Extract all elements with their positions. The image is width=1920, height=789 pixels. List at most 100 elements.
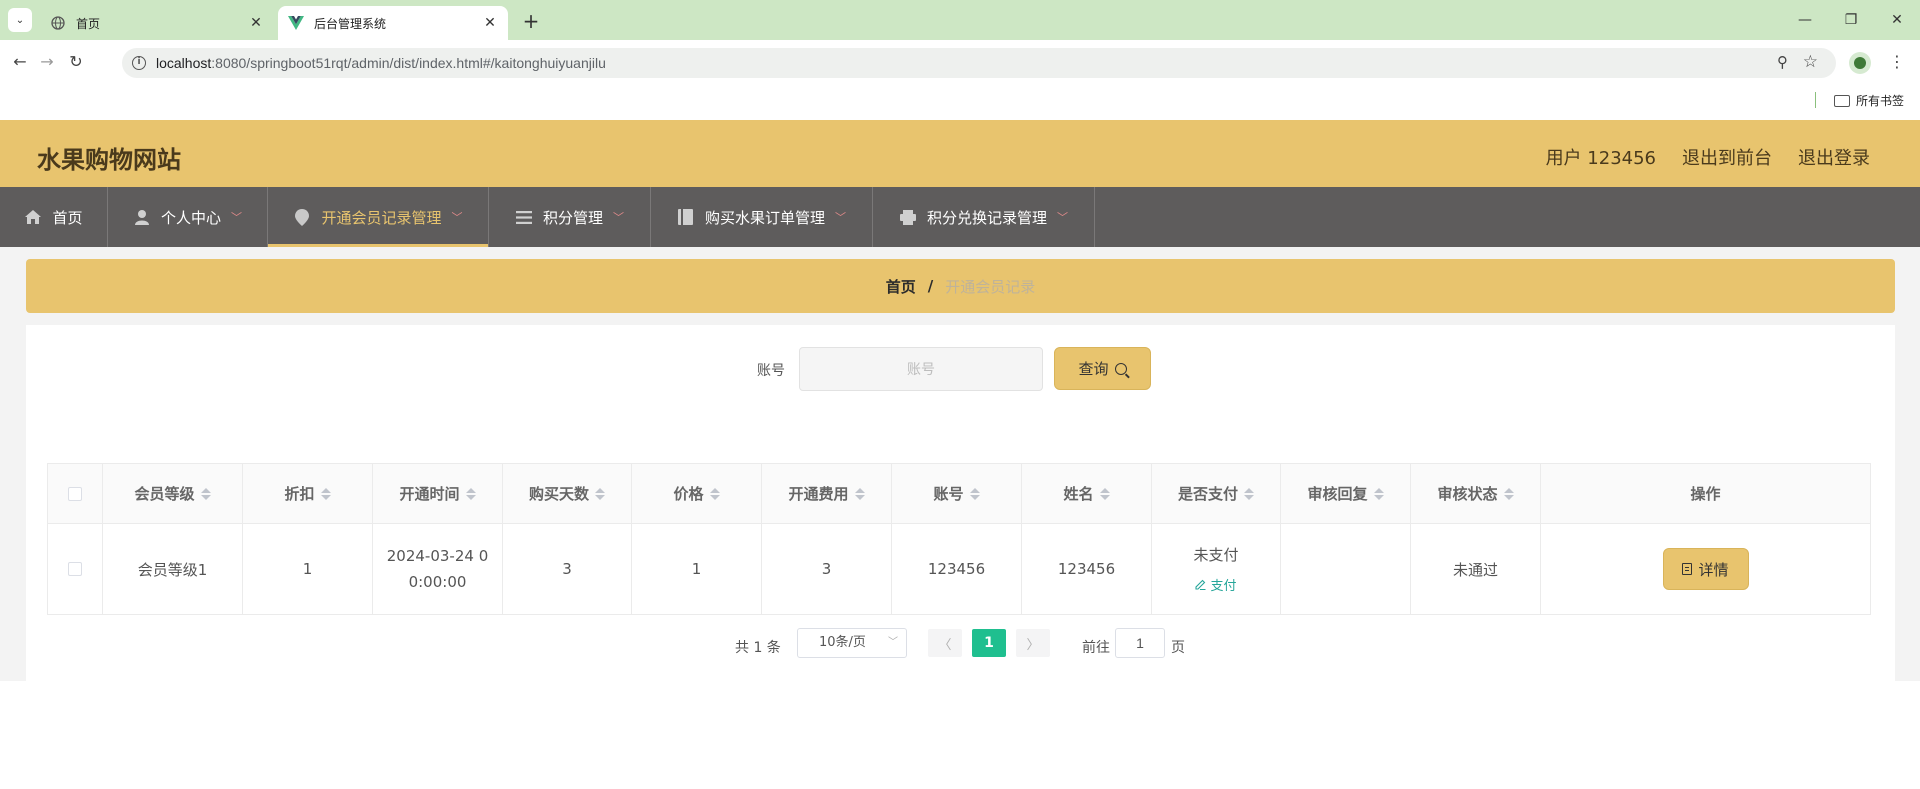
profile-avatar-icon[interactable] [1849,52,1871,74]
all-bookmarks-folder[interactable]: 所有书签 [1834,92,1904,109]
back-to-front-link[interactable]: 退出到前台 [1682,144,1772,170]
site-info-icon[interactable]: i [132,56,146,70]
url-host: localhost [156,55,212,71]
pay-link-label: 支付 [1210,579,1237,594]
browser-tab-admin[interactable]: 后台管理系统 ✕ [278,6,508,40]
sort-icon[interactable] [465,487,476,500]
browser-menu-icon[interactable]: ⋮ [1889,52,1905,71]
page-footer-space [0,681,1920,789]
home-icon [24,210,42,224]
list-icon [515,210,533,224]
page-size-select[interactable]: 10条/页 ﹀ [797,628,907,658]
browser-tab-bar: ⌄ 首页 ✕ 后台管理系统 ✕ + — ❐ ✕ [0,0,1920,40]
column-header[interactable]: 开通费用 [762,464,892,523]
column-header: 操作 [1541,464,1870,523]
column-header[interactable]: 价格 [632,464,762,523]
cell-price: 1 [632,524,762,614]
column-header[interactable]: 购买天数 [503,464,632,523]
zoom-icon[interactable]: ⚲ [1777,53,1788,71]
open-time-line: 0:00:00 [408,573,467,591]
cell-actions: 详情 [1541,524,1870,614]
back-icon[interactable]: ← [10,52,30,72]
row-checkbox[interactable] [68,562,82,576]
account-search-input[interactable] [799,347,1043,391]
globe-icon [50,15,66,31]
browser-tab-home[interactable]: 首页 ✕ [40,6,274,40]
main-menu: 首页 个人中心 ﹀ 开通会员记录管理 ﹀ 积分管理 ﹀ 购买水果订单管理 ﹀ 积… [0,187,1920,247]
bookmark-star-icon[interactable]: ☆ [1803,52,1818,72]
detail-button[interactable]: 详情 [1662,548,1749,590]
window-close-icon[interactable]: ✕ [1874,0,1920,40]
logout-link[interactable]: 退出登录 [1798,144,1870,170]
column-header[interactable]: 折扣 [243,464,373,523]
column-header[interactable]: 审核状态 [1411,464,1541,523]
bookmark-separator [1815,92,1816,108]
sort-icon[interactable] [969,487,980,500]
menu-item-points-exchange[interactable]: 积分兑换记录管理 ﹀ [873,187,1095,247]
select-all-cell [48,464,103,523]
menu-item-member-records[interactable]: 开通会员记录管理 ﹀ [268,187,489,247]
cell-fee: 3 [762,524,892,614]
menu-item-fruit-orders[interactable]: 购买水果订单管理 ﹀ [651,187,873,247]
close-tab-icon[interactable]: ✕ [480,15,500,31]
pay-link[interactable]: 支付 [1195,575,1237,594]
sort-icon[interactable] [709,487,720,500]
sort-icon[interactable] [1373,487,1384,500]
select-all-checkbox[interactable] [68,486,82,501]
column-header-label: 购买天数 [528,485,589,503]
breadcrumb-home[interactable]: 首页 [886,276,916,297]
prev-page-button[interactable]: 〈 [928,629,962,657]
column-header[interactable]: 账号 [892,464,1022,523]
cell-level: 会员等级1 [103,524,243,614]
sort-icon[interactable] [854,487,865,500]
menu-item-points[interactable]: 积分管理 ﹀ [489,187,651,247]
sort-icon[interactable] [1503,487,1514,500]
column-header-label: 开通费用 [788,485,849,503]
cell-review-reply [1281,524,1411,614]
url-path: :8080/springboot51rqt/admin/dist/index.h… [211,55,606,71]
forward-icon[interactable]: → [37,52,57,72]
chevron-down-icon: ﹀ [888,637,898,648]
address-bar[interactable]: i localhost:8080/springboot51rqt/admin/d… [122,48,1836,78]
user-icon [133,209,151,225]
user-label: 用户 123456 [1545,148,1656,169]
menu-item-home[interactable]: 首页 [0,187,108,247]
close-tab-icon[interactable]: ✕ [246,15,266,31]
browser-tab-title: 后台管理系统 [314,16,387,31]
page-number-button[interactable]: 1 [972,629,1006,657]
page: 水果购物网站 用户 123456 退出到前台 退出登录 首页 个人中心 ﹀ 开通… [0,120,1920,789]
new-tab-icon[interactable]: + [520,9,542,33]
sort-icon[interactable] [320,487,331,500]
sort-icon[interactable] [1099,487,1110,500]
search-button[interactable]: 查询 [1054,347,1151,390]
restore-icon[interactable]: ❐ [1828,0,1874,40]
column-header[interactable]: 开通时间 [373,464,503,523]
records-table: 会员等级 折扣 开通时间 购买天数 价格 开通费用 账号 姓名 是否支付 审核回… [47,463,1871,615]
site-header: 水果购物网站 用户 123456 退出到前台 退出登录 [0,120,1920,187]
chevron-down-icon: ﹀ [613,211,624,224]
minimize-icon[interactable]: — [1782,0,1828,40]
column-header[interactable]: 会员等级 [103,464,243,523]
open-time-line: 2024-03-24 0 [386,547,489,565]
search-button-label: 查询 [1078,360,1109,378]
breadcrumb-current: 开通会员记录 [945,277,1036,296]
menu-item-label: 首页 [52,208,83,227]
cell-name: 123456 [1022,524,1152,614]
goto-label: 前往 [1082,640,1110,656]
column-header[interactable]: 审核回复 [1281,464,1411,523]
tab-search-dropdown-icon[interactable]: ⌄ [8,8,32,32]
menu-item-personal-center[interactable]: 个人中心 ﹀ [108,187,268,247]
menu-item-label: 个人中心 [160,208,221,227]
next-page-button[interactable]: 〉 [1016,629,1050,657]
sort-icon[interactable] [200,487,211,500]
cell-account: 123456 [892,524,1022,614]
chevron-down-icon: ﹀ [835,211,846,224]
goto-page-input[interactable] [1115,628,1165,658]
header-actions: 用户 123456 退出到前台 退出登录 [1546,144,1870,170]
cell-review-status: 未通过 [1411,524,1541,614]
column-header[interactable]: 姓名 [1022,464,1152,523]
reload-icon[interactable]: ↻ [66,52,86,72]
sort-icon[interactable] [1244,487,1254,500]
column-header[interactable]: 是否支付 [1152,464,1281,523]
sort-icon[interactable] [595,487,605,500]
